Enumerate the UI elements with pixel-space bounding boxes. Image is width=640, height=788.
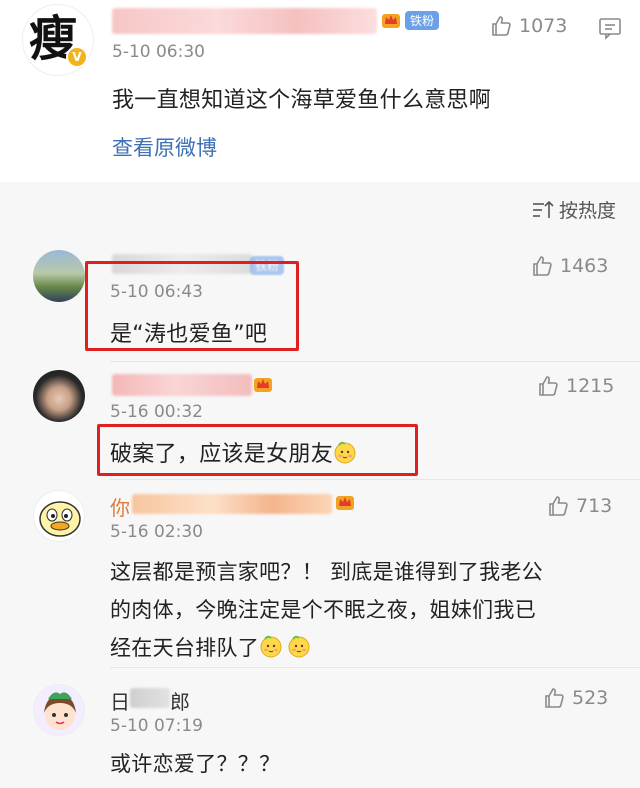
highlight-box xyxy=(97,424,418,476)
thumb-up-icon xyxy=(545,688,564,708)
thumb-up-icon xyxy=(549,496,568,516)
blurred-username[interactable] xyxy=(132,494,332,514)
commenter-avatar[interactable] xyxy=(33,490,85,542)
commenter-name-visible[interactable]: 日 xyxy=(110,686,130,715)
view-original-link[interactable]: 查看原微博 xyxy=(112,132,217,162)
sort-bar: 按热度 xyxy=(0,182,640,238)
thumb-up-icon xyxy=(492,16,511,36)
comment-like-button[interactable]: 1215 xyxy=(536,374,614,398)
comment-like-count: 1215 xyxy=(566,375,615,397)
original-post: 瘦 V 铁粉 5-10 06:30 1073 我一直想知道这个海草爱鱼什么意思啊… xyxy=(0,0,640,182)
sort-button[interactable]: 按热度 xyxy=(531,196,616,223)
post-text: 我一直想知道这个海草爱鱼什么意思啊 xyxy=(112,88,492,113)
comment-time: 5-16 00:32 xyxy=(110,402,203,422)
comment-like-count: 1463 xyxy=(560,255,609,277)
blurred-username[interactable] xyxy=(130,688,170,708)
commenter-avatar[interactable] xyxy=(33,250,85,302)
highlight-box xyxy=(85,261,299,351)
crown-icon xyxy=(382,14,400,28)
sort-label: 按热度 xyxy=(558,200,616,222)
comment-text-line: 的肉体，今晚注定是个不眠之夜，姐妹们我已 xyxy=(110,598,536,622)
verified-v-icon: V xyxy=(66,46,88,68)
comment-item: 5-16 00:32 1215 破案了，应该是女朋友 xyxy=(0,362,640,480)
comment-time: 5-10 07:19 xyxy=(110,716,203,736)
comment-like-button[interactable]: 713 xyxy=(546,494,612,518)
comment-like-count: 523 xyxy=(572,687,609,709)
comment-text-line: 经在天台排队了 xyxy=(110,636,260,660)
comment-like-count: 713 xyxy=(576,495,613,517)
crown-icon xyxy=(254,378,272,392)
comment-list: 铁粉 5-10 06:43 1463 是“涛也爱鱼”吧 5-16 00:32 1… xyxy=(0,238,640,788)
comment-icon[interactable] xyxy=(598,16,622,40)
post-like-button[interactable]: 1073 xyxy=(489,14,567,38)
comment-item: 铁粉 5-10 06:43 1463 是“涛也爱鱼”吧 xyxy=(0,238,640,362)
cartoon-girl-avatar-icon xyxy=(44,692,76,730)
post-like-count: 1073 xyxy=(519,15,568,37)
comment-time: 5-16 02:30 xyxy=(110,522,203,542)
comment-text: 或许恋爱了？？？ xyxy=(110,752,281,776)
commenter-avatar[interactable] xyxy=(33,684,85,736)
duck-avatar-icon xyxy=(39,501,81,537)
commenter-avatar[interactable] xyxy=(33,370,85,422)
commenter-name-visible[interactable]: 郎 xyxy=(170,686,190,715)
blurred-username[interactable] xyxy=(112,374,252,396)
post-time: 5-10 06:30 xyxy=(112,42,205,62)
comment-item: 你 5-16 02:30 713 这层都是预言家吧？！ 到底是谁得到了我老公 的… xyxy=(0,480,640,668)
blush-emoji-icon xyxy=(288,635,310,658)
fan-badge: 铁粉 xyxy=(405,11,440,30)
blush-emoji-icon xyxy=(260,635,282,658)
thumb-up-icon xyxy=(533,256,552,276)
crown-icon xyxy=(336,496,354,510)
sort-icon xyxy=(532,200,554,218)
blurred-username[interactable] xyxy=(112,8,377,34)
comment-item: 日 郎 5-10 07:19 523 或许恋爱了？？？ xyxy=(0,668,640,788)
comment-like-button[interactable]: 523 xyxy=(542,686,608,710)
comment-text-row: 经在天台排队了 xyxy=(110,632,311,662)
commenter-name-visible[interactable]: 你 xyxy=(110,492,130,521)
comment-text-line: 这层都是预言家吧？！ 到底是谁得到了我老公 xyxy=(110,560,543,584)
thumb-up-icon xyxy=(539,376,558,396)
comment-like-button[interactable]: 1463 xyxy=(530,254,608,278)
